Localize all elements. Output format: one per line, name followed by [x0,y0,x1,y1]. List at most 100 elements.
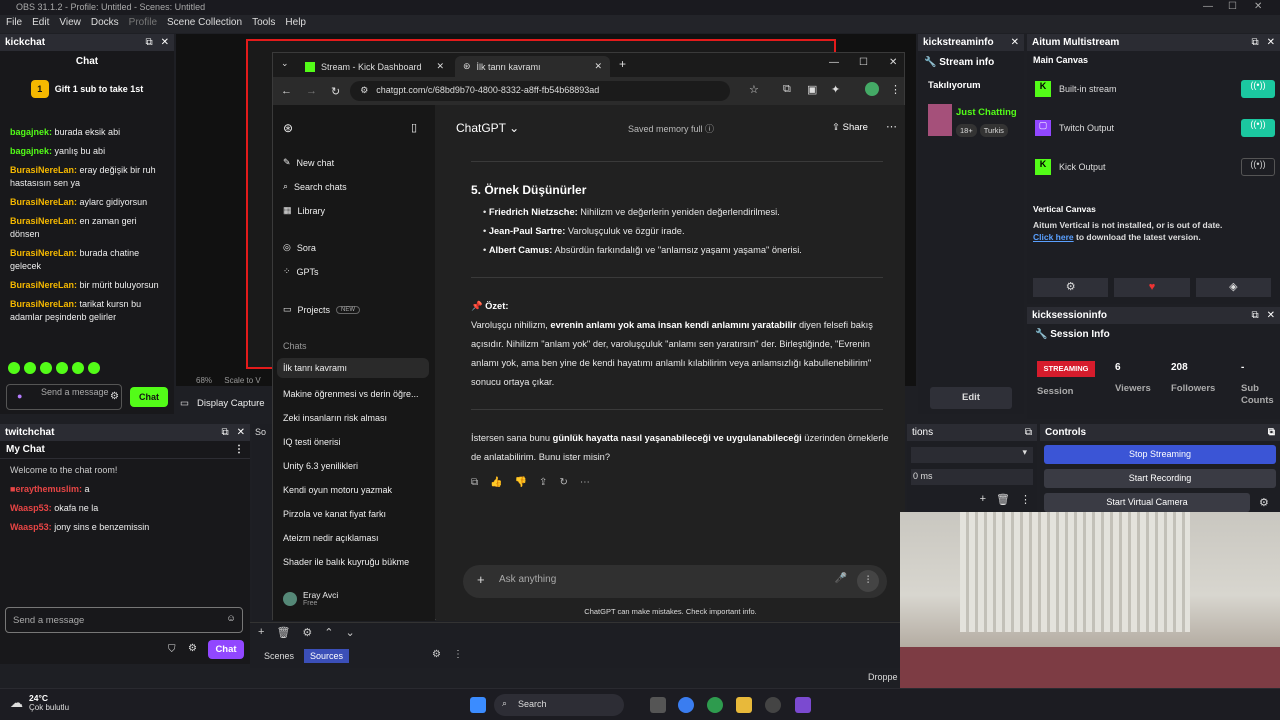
more-options-icon[interactable]: ⋮ [453,649,463,660]
emoji-icon[interactable]: ☺ [226,613,236,624]
download-link[interactable]: Click here [1033,232,1074,242]
float-icon[interactable]: ⧉ [145,37,152,48]
sidebar-item-search-chats[interactable]: ⌕ Search chats [283,181,347,192]
more-options-icon[interactable]: ⋮ [1020,493,1031,506]
tab-scenes[interactable]: Scenes [258,649,300,663]
reload-icon[interactable]: ↻ [331,85,340,98]
float-icon[interactable]: ⧉ [1025,427,1032,438]
maximize-icon[interactable]: ☐ [859,57,868,68]
zoom-level[interactable]: 68% [196,376,212,385]
chevron-down-icon[interactable]: ⌄ [346,626,355,639]
gear-icon[interactable]: ⚙ [1033,278,1109,297]
bookmark-star-icon[interactable]: ☆ [749,83,759,96]
gear-icon[interactable]: ⚙ [110,391,119,402]
chat-item[interactable]: Kendi oyun motoru yazmak [283,485,392,495]
puzzle-icon[interactable]: ✦ [831,83,840,96]
delete-icon[interactable]: 🗑 [996,493,1010,506]
plus-icon[interactable]: + [477,572,485,587]
shield-icon[interactable]: ⛉ [168,644,176,655]
emote-icon[interactable] [88,362,100,374]
emote-icon[interactable] [72,362,84,374]
menu-view[interactable]: View [59,17,81,31]
sidebar-item-projects[interactable]: ▭ Projects NEW [283,304,361,315]
sidebar-item-new-chat[interactable]: ✎ New chat [283,157,334,168]
display-capture-source[interactable]: ▭ Display Capture [180,398,265,409]
gift-banner[interactable]: 1 Gift 1 sub to take 1st [0,72,174,106]
copilot-icon[interactable] [678,697,694,713]
file-explorer-icon[interactable] [736,697,752,713]
float-icon[interactable]: ⧉ [1268,427,1275,438]
minimize-icon[interactable]: — [1203,1,1213,12]
voice-mode-icon[interactable]: ⫶ [857,570,879,592]
close-icon[interactable]: ✕ [889,57,897,68]
discord-icon[interactable]: ◈ [1195,278,1271,297]
url-field[interactable]: ⚙ chatgpt.com/c/68bd9b70-4800-8332-a8ff-f… [350,81,731,101]
kick-chat-input[interactable]: ● Send a message [6,384,122,410]
sidebar-item-gpts[interactable]: ⁘ GPTs [283,266,319,277]
minimize-icon[interactable]: — [829,57,839,68]
chevron-up-icon[interactable]: ⌃ [324,626,333,639]
start-virtual-camera-button[interactable]: Start Virtual Camera [1044,493,1250,512]
emote-icon[interactable] [24,362,36,374]
taskbar-search[interactable]: ⌕ Search [494,694,624,716]
model-selector[interactable]: ChatGPT ⌄ [456,121,519,135]
tab-chatgpt[interactable]: ⊛ İlk tanrı kavramı ✕ [455,56,610,77]
scale-to[interactable]: Scale to V [224,376,260,385]
heart-icon[interactable]: ♥ [1114,278,1190,297]
float-icon[interactable]: ⧉ [221,427,228,438]
virtual-camera-settings-icon[interactable]: ⚙ [1259,496,1269,509]
float-icon[interactable]: ⧉ [1251,310,1258,321]
openai-logo-icon[interactable]: ⊛ [283,121,293,135]
close-icon[interactable]: ✕ [1011,37,1019,48]
user-profile[interactable]: Eray Avci Free [283,590,338,607]
close-icon[interactable]: ✕ [594,61,602,72]
chat-item[interactable]: Ateizm nedir açıklaması [283,533,379,543]
close-icon[interactable]: ✕ [1267,310,1275,321]
mic-icon[interactable]: ● [17,391,22,402]
more-options-icon[interactable]: ⋮ [890,83,901,96]
emote-icon[interactable] [8,362,20,374]
menu-scene-collection[interactable]: Scene Collection [167,17,242,31]
close-icon[interactable]: ✕ [436,61,444,72]
tab-kick-dashboard[interactable]: Stream - Kick Dashboard ✕ [297,56,452,77]
sidebar-item-library[interactable]: ▦ Library [283,205,325,216]
float-icon[interactable]: ⧉ [1251,37,1258,48]
sidebar-toggle-icon[interactable]: ▯ [411,121,417,134]
stream-toggle-button[interactable]: ((•)) [1241,80,1275,98]
close-icon[interactable]: ✕ [1267,37,1275,48]
emote-bar[interactable] [8,362,100,374]
back-icon[interactable]: ← [281,85,292,97]
chat-item[interactable]: Makine öğrenmesi vs derin öğre... [283,389,419,399]
tab-search-icon[interactable]: ⌄ [281,58,289,69]
share-button[interactable]: ⇪ Share [832,122,868,133]
start-recording-button[interactable]: Start Recording [1044,469,1276,488]
chat-item[interactable]: IQ testi önerisi [283,437,341,447]
copy-icon[interactable]: ⧉ [471,477,478,488]
menu-file[interactable]: File [6,17,22,31]
microphone-icon[interactable]: 🎤 [835,573,847,584]
close-icon[interactable]: ✕ [161,37,169,48]
chat-item-active[interactable]: İlk tanrı kavramı [277,358,429,378]
more-options-icon[interactable]: ⋮ [234,444,244,455]
duration-field[interactable]: 0 ms [911,469,1033,485]
forward-icon[interactable]: → [306,85,317,97]
gear-icon[interactable]: ⚙ [302,626,312,639]
mixer-settings-icon[interactable]: ⚙ [432,649,441,660]
twitch-chat-input[interactable]: Send a message ☺ [5,607,243,633]
transition-select[interactable]: ▾ [911,447,1033,463]
thumbs-up-icon[interactable]: 👍 [490,477,502,488]
kick-chat-send-button[interactable]: Chat [130,387,168,407]
add-icon[interactable]: + [980,493,986,506]
stop-streaming-button[interactable]: Stop Streaming [1044,445,1276,464]
close-icon[interactable]: ✕ [237,427,245,438]
task-view-icon[interactable] [650,697,666,713]
add-icon[interactable]: + [258,626,264,639]
site-info-icon[interactable]: ⚙ [360,85,368,97]
profile-avatar[interactable] [865,82,879,96]
chat-item[interactable]: Pirzola ve kanat fiyat farkı [283,509,386,519]
maximize-icon[interactable]: ☐ [1228,1,1237,12]
tab-sources[interactable]: Sources [304,649,350,663]
menu-edit[interactable]: Edit [32,17,49,31]
close-icon[interactable]: ✕ [1254,1,1262,12]
chat-item[interactable]: Unity 6.3 yenilikleri [283,461,358,471]
